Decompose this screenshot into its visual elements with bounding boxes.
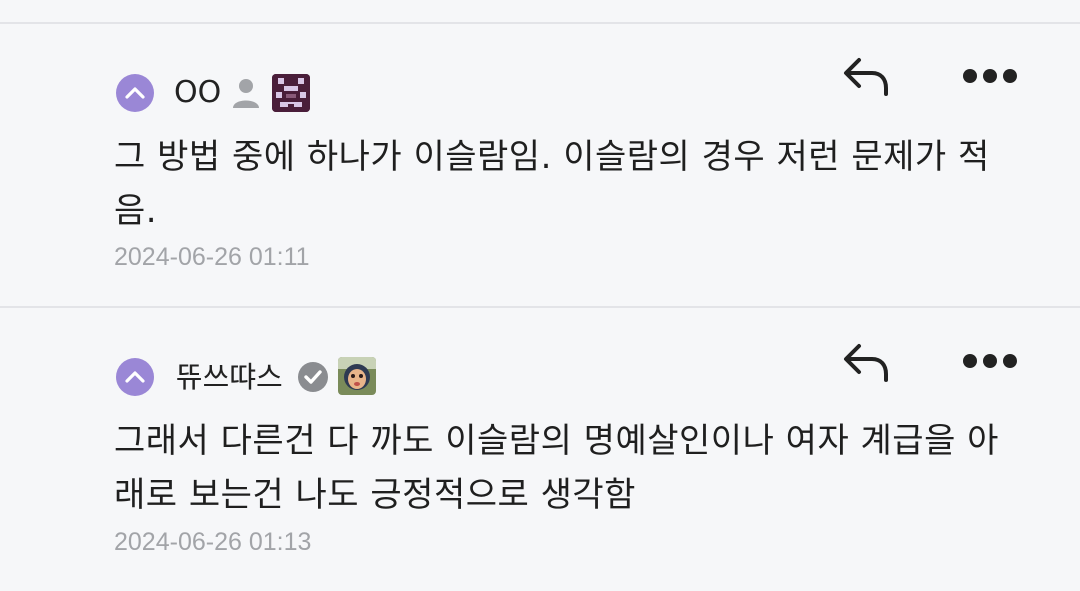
chevron-up-icon	[125, 371, 145, 383]
user-avatar[interactable]	[338, 357, 376, 395]
upvote-button[interactable]	[116, 74, 154, 112]
comment-body: 그 방법 중에 하나가 이슬람임. 이슬람의 경우 저런 문제가 적음.	[114, 137, 990, 231]
comment-username[interactable]: 뜌쓰땨스	[176, 358, 283, 396]
upvote-button[interactable]	[116, 358, 154, 396]
comment-timestamp: 2024-06-26 01:13	[114, 528, 312, 556]
comment-list: OO 그 방법 중에 하나가 이슬람임. 이슬람의 경우 저런 문제가 적음. …	[0, 0, 1080, 591]
more-options-icon[interactable]	[962, 68, 1018, 84]
user-avatar[interactable]	[272, 74, 310, 112]
verified-check-icon	[298, 362, 328, 392]
comment-username[interactable]: OO	[174, 74, 221, 112]
person-icon	[233, 79, 259, 108]
comment-timestamp: 2024-06-26 01:11	[114, 243, 310, 271]
divider	[0, 22, 1080, 24]
divider	[0, 306, 1080, 308]
avatar-image	[338, 357, 376, 395]
chevron-up-icon	[125, 87, 145, 99]
reply-icon[interactable]	[842, 340, 890, 384]
comment-body: 그래서 다른건 다 까도 이슬람의 명예살인이나 여자 계급을 아래로 보는건 …	[114, 421, 999, 515]
more-options-icon[interactable]	[962, 353, 1018, 369]
reply-icon[interactable]	[842, 54, 890, 98]
avatar-image	[272, 74, 310, 112]
